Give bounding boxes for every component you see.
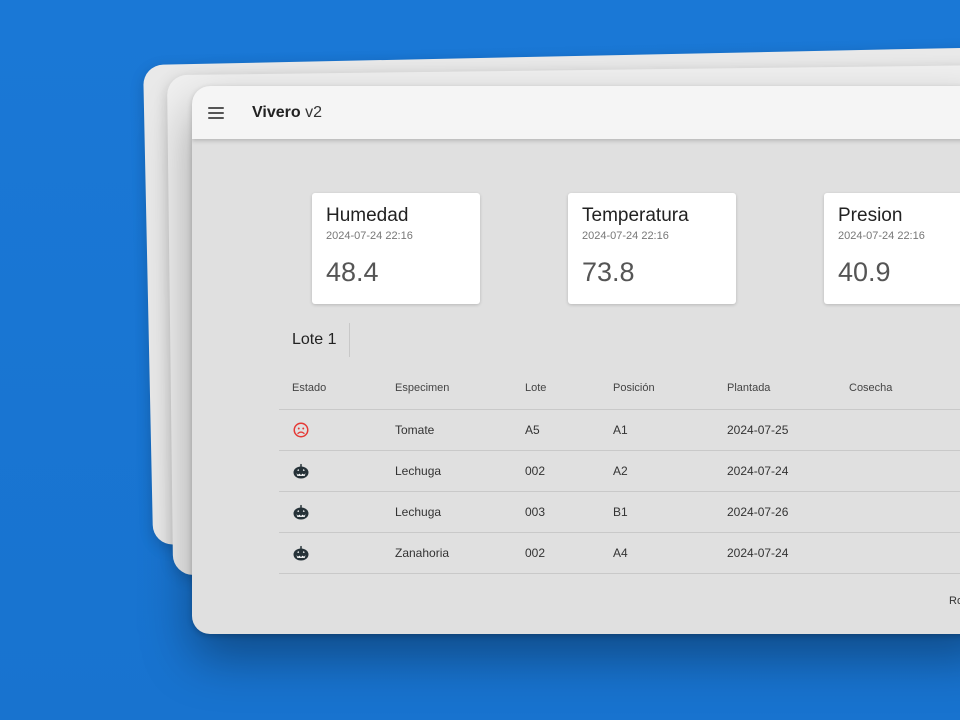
column-header-especimen[interactable]: Especimen bbox=[395, 367, 449, 409]
column-header-estado[interactable]: Estado bbox=[292, 367, 326, 409]
menu-icon[interactable] bbox=[208, 106, 224, 119]
posicion-cell: A1 bbox=[613, 423, 628, 437]
posicion-cell: A2 bbox=[613, 464, 628, 478]
batch-tabs: Lote 1 bbox=[279, 323, 351, 357]
main-content: Humedad 2024-07-24 22:16 48.4 Temperatur… bbox=[192, 139, 960, 634]
tab-divider bbox=[349, 323, 351, 357]
lote-cell: 002 bbox=[525, 546, 546, 560]
pumpkin-icon bbox=[293, 504, 309, 520]
column-header-cosecha[interactable]: Cosecha bbox=[849, 367, 892, 409]
status-cell bbox=[292, 410, 310, 450]
especimen-cell: Lechuga bbox=[395, 505, 442, 519]
plantada-cell: 2024-07-24 bbox=[727, 546, 789, 560]
pumpkin-icon bbox=[293, 463, 309, 479]
sensor-timestamp: 2024-07-24 22:16 bbox=[838, 230, 925, 242]
table-row[interactable]: Lechuga 002 A2 2024-07-24 bbox=[279, 451, 960, 492]
especimen-cell: Tomate bbox=[395, 423, 435, 437]
status-cell bbox=[292, 492, 310, 532]
status-cell bbox=[292, 451, 310, 491]
lote-cell: 002 bbox=[525, 464, 546, 478]
app-window: Vivero v2 Humedad 2024-07-24 22:16 48.4 … bbox=[192, 86, 960, 634]
status-cell bbox=[292, 533, 310, 573]
table-row[interactable]: Lechuga 003 B1 2024-07-26 bbox=[279, 492, 960, 533]
sensor-name: Temperatura bbox=[582, 205, 689, 226]
column-header-plantada[interactable]: Plantada bbox=[727, 367, 770, 409]
table-row[interactable]: Zanahoria 002 A4 2024-07-24 bbox=[279, 533, 960, 574]
sensor-card-humedad[interactable]: Humedad 2024-07-24 22:16 48.4 bbox=[312, 193, 480, 304]
plantada-cell: 2024-07-26 bbox=[727, 505, 789, 519]
pumpkin-icon bbox=[293, 545, 309, 561]
app-title-name: Vivero bbox=[252, 103, 301, 121]
plants-table: Estado Especimen Lote Posición Plantada … bbox=[279, 367, 960, 574]
sensor-name: Humedad bbox=[326, 205, 409, 226]
plantada-cell: 2024-07-24 bbox=[727, 464, 789, 478]
sensor-card-temperatura[interactable]: Temperatura 2024-07-24 22:16 73.8 bbox=[568, 193, 736, 304]
rows-per-page-label: Ro bbox=[949, 595, 960, 607]
sensor-timestamp: 2024-07-24 22:16 bbox=[326, 230, 413, 242]
posicion-cell: B1 bbox=[613, 505, 628, 519]
lote-cell: A5 bbox=[525, 423, 540, 437]
lote-cell: 003 bbox=[525, 505, 546, 519]
app-title: Vivero v2 bbox=[252, 104, 322, 122]
sensor-value: 48.4 bbox=[326, 257, 379, 287]
desktop-background: Vivero v2 Humedad 2024-07-24 22:16 48.4 … bbox=[0, 0, 960, 720]
sensor-name: Presion bbox=[838, 205, 903, 226]
especimen-cell: Zanahoria bbox=[395, 546, 450, 560]
app-version: v2 bbox=[305, 103, 322, 121]
sensor-value: 73.8 bbox=[582, 257, 635, 287]
posicion-cell: A4 bbox=[613, 546, 628, 560]
column-header-posicion[interactable]: Posición bbox=[613, 367, 655, 409]
sensor-value: 40.9 bbox=[838, 257, 891, 287]
sad-face-icon bbox=[293, 422, 309, 438]
sensor-card-presion[interactable]: Presion 2024-07-24 22:16 40.9 bbox=[824, 193, 960, 304]
app-bar: Vivero v2 bbox=[192, 86, 960, 139]
table-header: Estado Especimen Lote Posición Plantada … bbox=[279, 367, 960, 410]
tab-lote-1[interactable]: Lote 1 bbox=[279, 331, 349, 349]
table-row[interactable]: Tomate A5 A1 2024-07-25 bbox=[279, 410, 960, 451]
column-header-lote[interactable]: Lote bbox=[525, 367, 546, 409]
sensor-timestamp: 2024-07-24 22:16 bbox=[582, 230, 669, 242]
plantada-cell: 2024-07-25 bbox=[727, 423, 789, 437]
especimen-cell: Lechuga bbox=[395, 464, 442, 478]
